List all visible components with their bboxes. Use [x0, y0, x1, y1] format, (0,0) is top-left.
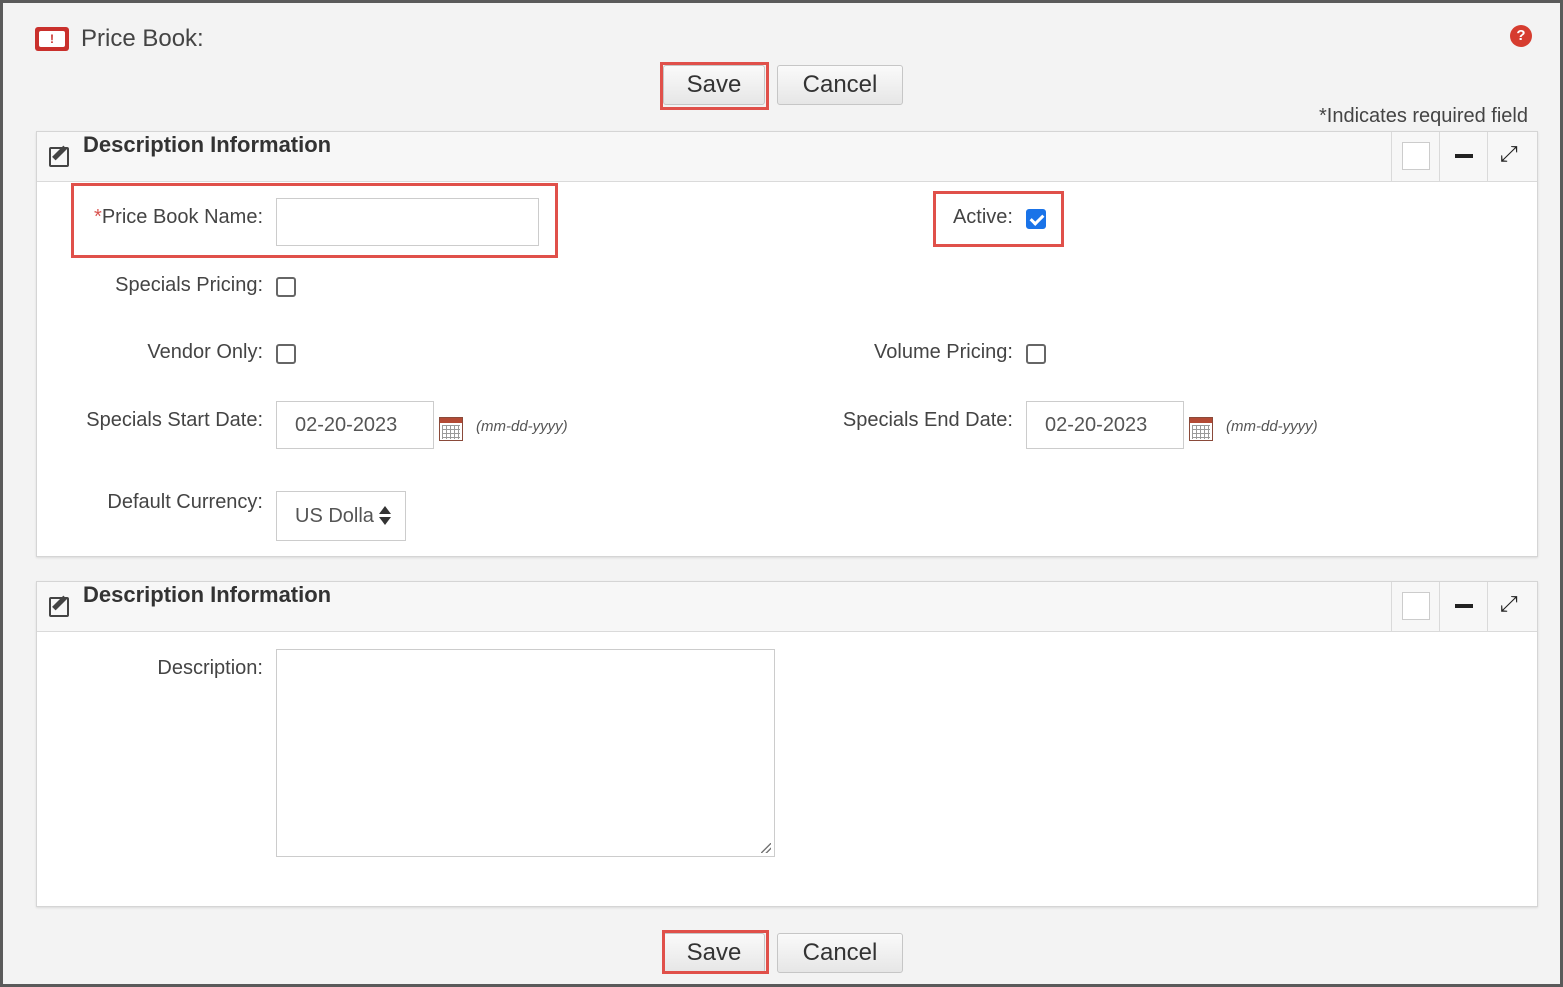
calendar-icon[interactable] — [1189, 417, 1213, 441]
calendar-icon[interactable] — [439, 417, 463, 441]
description-textarea[interactable] — [276, 649, 775, 857]
required-star: * — [94, 206, 102, 228]
panel-tools: ⤢ — [1391, 582, 1537, 631]
save-button[interactable]: Save — [663, 65, 765, 105]
page-title: Price Book: — [81, 25, 204, 52]
vendor-only-checkbox[interactable] — [276, 344, 296, 364]
top-button-row: Save Cancel — [3, 61, 1563, 111]
required-field-note: *Indicates required field — [1318, 105, 1528, 127]
specials-end-date-label: Specials End Date: — [842, 409, 1013, 431]
cancel-button[interactable]: Cancel — [777, 933, 903, 973]
panel-header: Description Information ⤢ — [37, 582, 1537, 632]
volume-pricing-label: Volume Pricing: — [874, 341, 1013, 363]
save-button[interactable]: Save — [663, 933, 765, 973]
help-icon[interactable]: ? — [1510, 25, 1532, 47]
expand-icon: ⤢ — [1500, 142, 1518, 167]
bottom-button-row: Save Cancel — [3, 929, 1563, 979]
active-label: Active: — [952, 206, 1013, 228]
description-label: Description: — [157, 657, 263, 679]
default-currency-select[interactable]: US Dolla — [276, 491, 406, 541]
square-icon — [1402, 592, 1430, 620]
default-currency-value: US Dolla — [295, 504, 374, 527]
price-book-name-input[interactable] — [276, 198, 539, 246]
price-book-icon — [35, 27, 69, 51]
price-book-window: Price Book: ? Save Cancel *Indicates req… — [0, 0, 1563, 987]
edit-icon — [49, 147, 69, 167]
panel-select-tool[interactable] — [1391, 582, 1439, 631]
start-date-format-hint: (mm-dd-yyyy) — [476, 418, 568, 435]
price-book-name-label: *Price Book Name: — [87, 206, 263, 229]
minimize-button[interactable] — [1439, 582, 1487, 631]
volume-pricing-checkbox[interactable] — [1026, 344, 1046, 364]
expand-button[interactable]: ⤢ — [1487, 132, 1537, 181]
active-checkbox[interactable] — [1026, 209, 1046, 229]
specials-pricing-label: Specials Pricing: — [115, 274, 263, 296]
specials-start-date-input[interactable]: 02-20-2023 — [276, 401, 434, 449]
end-date-format-hint: (mm-dd-yyyy) — [1226, 418, 1318, 435]
minus-icon — [1455, 154, 1473, 158]
edit-icon — [49, 597, 69, 617]
description-information-panel: Description Information ⤢ *Price Book Na… — [36, 131, 1538, 557]
specials-end-date-input[interactable]: 02-20-2023 — [1026, 401, 1184, 449]
default-currency-label: Default Currency: — [107, 491, 263, 513]
select-arrows-icon — [379, 506, 391, 526]
expand-icon: ⤢ — [1500, 592, 1518, 617]
description-panel: Description Information ⤢ Description: — [36, 581, 1538, 907]
page-header: Price Book: — [35, 21, 204, 57]
minus-icon — [1455, 604, 1473, 608]
panel-title: Description Information — [83, 582, 332, 607]
panel-select-tool[interactable] — [1391, 132, 1439, 181]
cancel-button[interactable]: Cancel — [777, 65, 903, 105]
specials-pricing-checkbox[interactable] — [276, 277, 296, 297]
expand-button[interactable]: ⤢ — [1487, 582, 1537, 631]
resize-handle-icon[interactable] — [761, 843, 771, 853]
minimize-button[interactable] — [1439, 132, 1487, 181]
price-book-name-label-text: Price Book Name: — [101, 206, 263, 228]
square-icon — [1402, 142, 1430, 170]
vendor-only-label: Vendor Only: — [147, 341, 263, 363]
panel-header: Description Information ⤢ — [37, 132, 1537, 182]
specials-start-date-label: Specials Start Date: — [86, 409, 263, 431]
panel-title: Description Information — [83, 132, 332, 157]
panel-tools: ⤢ — [1391, 132, 1537, 181]
